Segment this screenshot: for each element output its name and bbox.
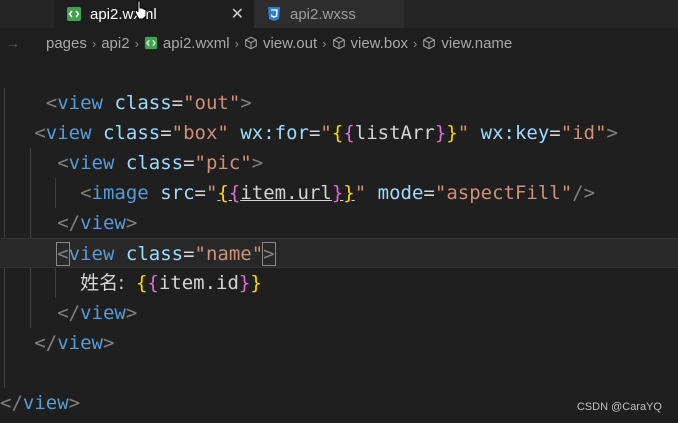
breadcrumb-label: api2.wxml [162, 34, 230, 52]
breadcrumb-file[interactable]: api2.wxml [144, 35, 230, 52]
code-line-4: <view class="pic"> [57, 152, 264, 174]
code-line-3: <view class="box" wx:for="{{listArr}}" w… [34, 122, 618, 144]
tab-label: api2.wxss [290, 5, 356, 23]
code-line-8: 姓名: {{item.id}} [80, 272, 262, 294]
tab-api2-wxml[interactable]: api2.wxml ✕ [54, 0, 254, 28]
wxml-file-icon [67, 7, 81, 21]
code-line-9: </view> [57, 302, 138, 324]
chevron-right-icon: › [134, 35, 139, 51]
close-icon[interactable]: ✕ [231, 4, 244, 24]
breadcrumb: → pages › api2 › api2.wxml › view.out › … [0, 28, 678, 58]
forward-arrow-icon[interactable]: → [6, 35, 20, 51]
breadcrumb-view-box[interactable]: view.box [332, 34, 409, 52]
code-line-1: <view class="out"> [45, 92, 252, 114]
wxml-file-icon [144, 36, 158, 50]
tab-bar: api2.wxml ✕ api2.wxss [0, 0, 678, 28]
breadcrumb-api2[interactable]: api2 [101, 35, 129, 52]
chevron-right-icon: › [91, 35, 97, 51]
chevron-right-icon: › [234, 35, 239, 51]
breadcrumb-view-name[interactable]: view.name [422, 35, 512, 52]
code-line-5: <image src="{{item.url}}" mode="aspectFi… [80, 182, 596, 204]
tab-api2-wxss[interactable]: api2.wxss [254, 0, 404, 28]
code-line-7-current: <view class="name"> [0, 238, 678, 268]
code-line-6: </view> [57, 212, 138, 234]
breadcrumb-label: view.box [350, 34, 409, 52]
element-cube-icon [332, 36, 345, 50]
hand-cursor-icon [134, 0, 147, 20]
code-editor[interactable]: <view class="out"> <view class="box" wx:… [0, 58, 678, 423]
element-cube-icon [423, 36, 436, 50]
css-file-icon [268, 7, 280, 21]
watermark: CSDN @CaraYQ [576, 401, 662, 413]
chevron-right-icon: › [413, 35, 418, 51]
breadcrumb-view-out[interactable]: view.out [244, 35, 317, 52]
chevron-right-icon: › [322, 35, 327, 51]
breadcrumb-label: view.out [262, 34, 318, 52]
breadcrumb-label: view.name [441, 34, 513, 52]
element-cube-icon [245, 36, 257, 50]
breadcrumb-pages[interactable]: pages [46, 35, 87, 52]
code-line-10: </view> [34, 332, 115, 354]
